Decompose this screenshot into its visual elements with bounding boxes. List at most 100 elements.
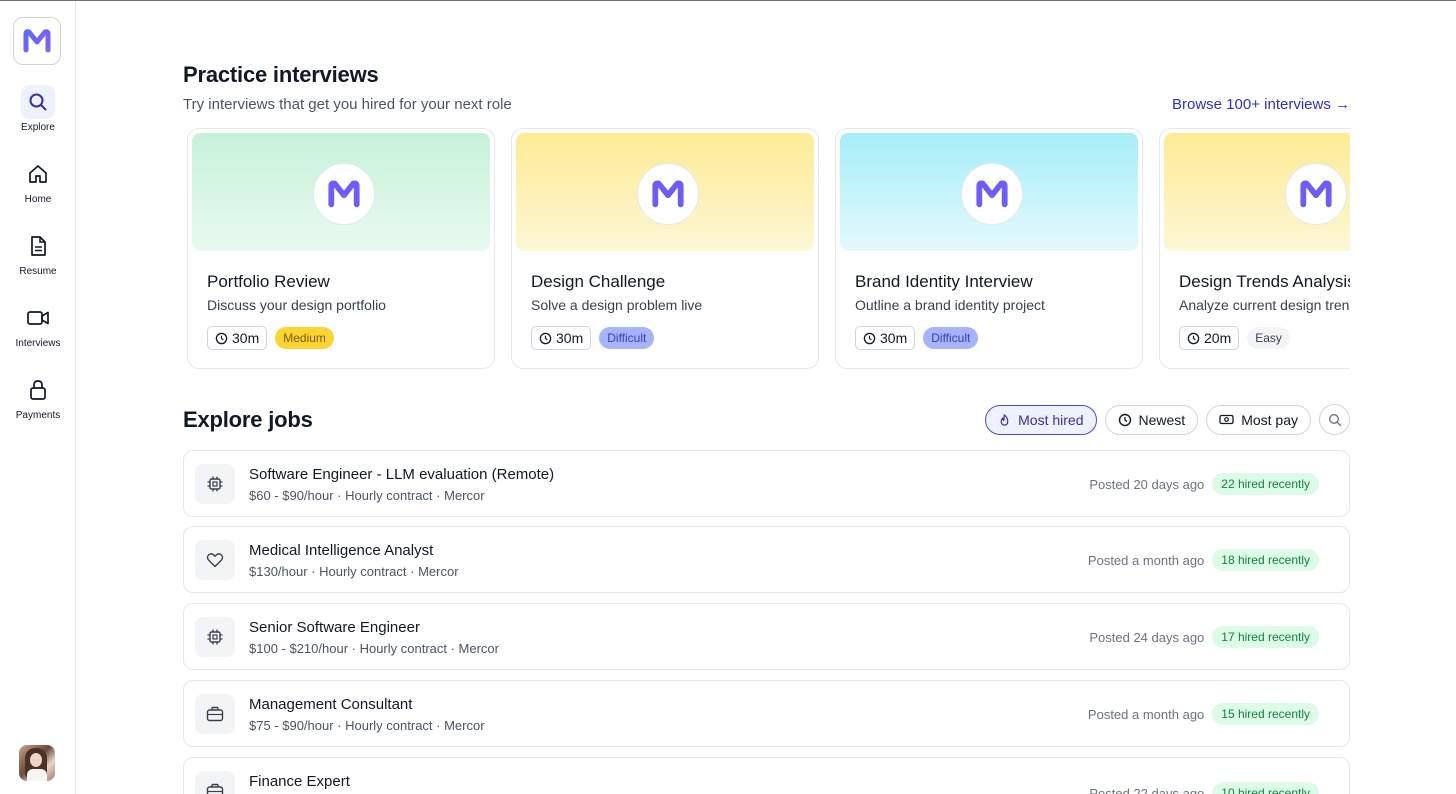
duration-badge: 20m <box>1179 326 1240 350</box>
posted-date: Posted a month ago <box>1087 706 1205 722</box>
sidebar-item-resume[interactable]: Resume <box>0 229 76 277</box>
sidebar-item-interviews[interactable]: Interviews <box>0 301 76 349</box>
card-description: Outline a brand identity project <box>855 297 1045 313</box>
duration-badge: 30m <box>855 326 916 350</box>
sidebar-item-label: Resume <box>19 266 57 277</box>
card-title: Portfolio Review <box>207 272 330 291</box>
avatar[interactable] <box>19 745 55 781</box>
duration-text: 30m <box>232 330 260 346</box>
card-banner <box>516 133 814 251</box>
job-title: Finance Expert <box>249 773 350 790</box>
filter-most-hired[interactable]: Most hired <box>985 404 1097 435</box>
sidebar-item-label: Home <box>24 194 52 205</box>
sidebar-item-label: Interviews <box>15 338 61 349</box>
home-icon <box>21 157 55 191</box>
m-logo-icon <box>1285 163 1347 225</box>
difficulty-badge: Difficult <box>599 327 655 349</box>
job-title: Senior Software Engineer <box>249 619 420 636</box>
job-details: $75 - $90/hour · Hourly contract · Merco… <box>249 718 485 733</box>
clock-icon <box>215 332 228 344</box>
duration-badge: 30m <box>531 326 592 350</box>
job-search-button[interactable] <box>1319 404 1350 435</box>
m-logo-icon <box>23 29 51 53</box>
card-banner <box>192 133 490 251</box>
app-logo[interactable] <box>13 17 61 65</box>
clock-icon <box>1187 332 1200 344</box>
job-filters: Most hired Newest Most pay <box>985 404 1350 435</box>
interview-card[interactable]: Design Challenge Solve a design problem … <box>511 128 819 369</box>
sidebar: Explore Home Resume Interviews Payments <box>0 1 76 794</box>
hired-badge: 10 hired recently <box>1212 782 1319 794</box>
clock-icon <box>1118 413 1131 426</box>
job-row[interactable]: Finance Expert Posted 22 days ago 10 hir… <box>183 757 1350 794</box>
hired-badge: 17 hired recently <box>1212 626 1319 648</box>
search-icon <box>1328 413 1341 426</box>
interview-card[interactable]: Portfolio Review Discuss your design por… <box>187 128 495 369</box>
difficulty-badge: Difficult <box>923 327 979 349</box>
duration-text: 30m <box>556 330 584 346</box>
posted-date: Posted 20 days ago <box>1089 476 1205 492</box>
sidebar-item-explore[interactable]: Explore <box>0 85 76 133</box>
jobs-title: Explore jobs <box>183 407 313 432</box>
filter-newest[interactable]: Newest <box>1104 404 1199 435</box>
m-logo-icon <box>961 163 1023 225</box>
card-title: Brand Identity Interview <box>855 272 1033 291</box>
briefcase-icon <box>195 694 235 734</box>
practice-title: Practice interviews <box>183 62 379 87</box>
heart-icon <box>195 540 235 580</box>
sidebar-item-label: Explore <box>21 122 55 133</box>
posted-date: Posted 22 days ago <box>1089 785 1205 794</box>
sidebar-item-home[interactable]: Home <box>0 157 76 205</box>
search-icon <box>21 85 55 119</box>
window-top-border <box>0 0 1456 1</box>
hired-badge: 18 hired recently <box>1212 549 1319 571</box>
card-description: Solve a design problem live <box>531 297 703 313</box>
job-details: $60 - $90/hour · Hourly contract · Merco… <box>249 488 485 503</box>
job-details: $100 - $210/hour · Hourly contract · Mer… <box>249 641 499 656</box>
interview-cards-carousel: Portfolio Review Discuss your design por… <box>183 126 1350 372</box>
hired-badge: 15 hired recently <box>1212 703 1319 725</box>
card-description: Discuss your design portfolio <box>207 297 386 313</box>
money-icon <box>1219 414 1234 425</box>
filter-label: Newest <box>1138 411 1186 428</box>
filter-most-pay[interactable]: Most pay <box>1206 404 1311 435</box>
duration-badge: 30m <box>207 326 268 350</box>
card-title: Design Trends Analysis <box>1179 272 1350 291</box>
card-description: Analyze current design trends <box>1179 297 1350 313</box>
clock-icon <box>539 332 552 344</box>
chip-icon <box>195 617 235 657</box>
chip-icon <box>195 464 235 504</box>
duration-text: 20m <box>1204 330 1232 346</box>
job-details: $130/hour · Hourly contract · Mercor <box>249 564 459 579</box>
job-row[interactable]: Senior Software Engineer $100 - $210/hou… <box>183 603 1350 670</box>
job-row[interactable]: Medical Intelligence Analyst $130/hour ·… <box>183 526 1350 593</box>
m-logo-icon <box>637 163 699 225</box>
card-title: Design Challenge <box>531 272 666 291</box>
card-banner <box>840 133 1138 251</box>
sidebar-item-label: Payments <box>15 410 61 421</box>
posted-date: Posted 24 days ago <box>1089 629 1205 645</box>
hired-badge: 22 hired recently <box>1212 473 1319 495</box>
duration-text: 30m <box>880 330 908 346</box>
video-icon <box>21 301 55 335</box>
posted-date: Posted a month ago <box>1087 552 1205 568</box>
m-logo-icon <box>313 163 375 225</box>
clock-icon <box>863 332 876 344</box>
filter-label: Most hired <box>1018 411 1084 428</box>
document-icon <box>21 229 55 263</box>
job-row[interactable]: Software Engineer - LLM evaluation (Remo… <box>183 450 1350 517</box>
briefcase-icon <box>195 771 235 794</box>
card-banner <box>1164 133 1350 251</box>
filter-label: Most pay <box>1241 411 1298 428</box>
browse-interviews-link[interactable]: Browse 100+ interviews → <box>1172 96 1350 113</box>
sidebar-item-payments[interactable]: Payments <box>0 373 76 421</box>
job-title: Medical Intelligence Analyst <box>249 542 434 559</box>
difficulty-badge: Easy <box>1247 327 1290 349</box>
fire-icon <box>1000 413 1009 426</box>
practice-subtitle: Try interviews that get you hired for yo… <box>183 96 512 113</box>
lock-icon <box>21 373 55 407</box>
difficulty-badge: Medium <box>275 327 334 349</box>
job-row[interactable]: Management Consultant $75 - $90/hour · H… <box>183 680 1350 747</box>
interview-card[interactable]: Design Trends Analysis Analyze current d… <box>1159 128 1350 369</box>
interview-card[interactable]: Brand Identity Interview Outline a brand… <box>835 128 1143 369</box>
